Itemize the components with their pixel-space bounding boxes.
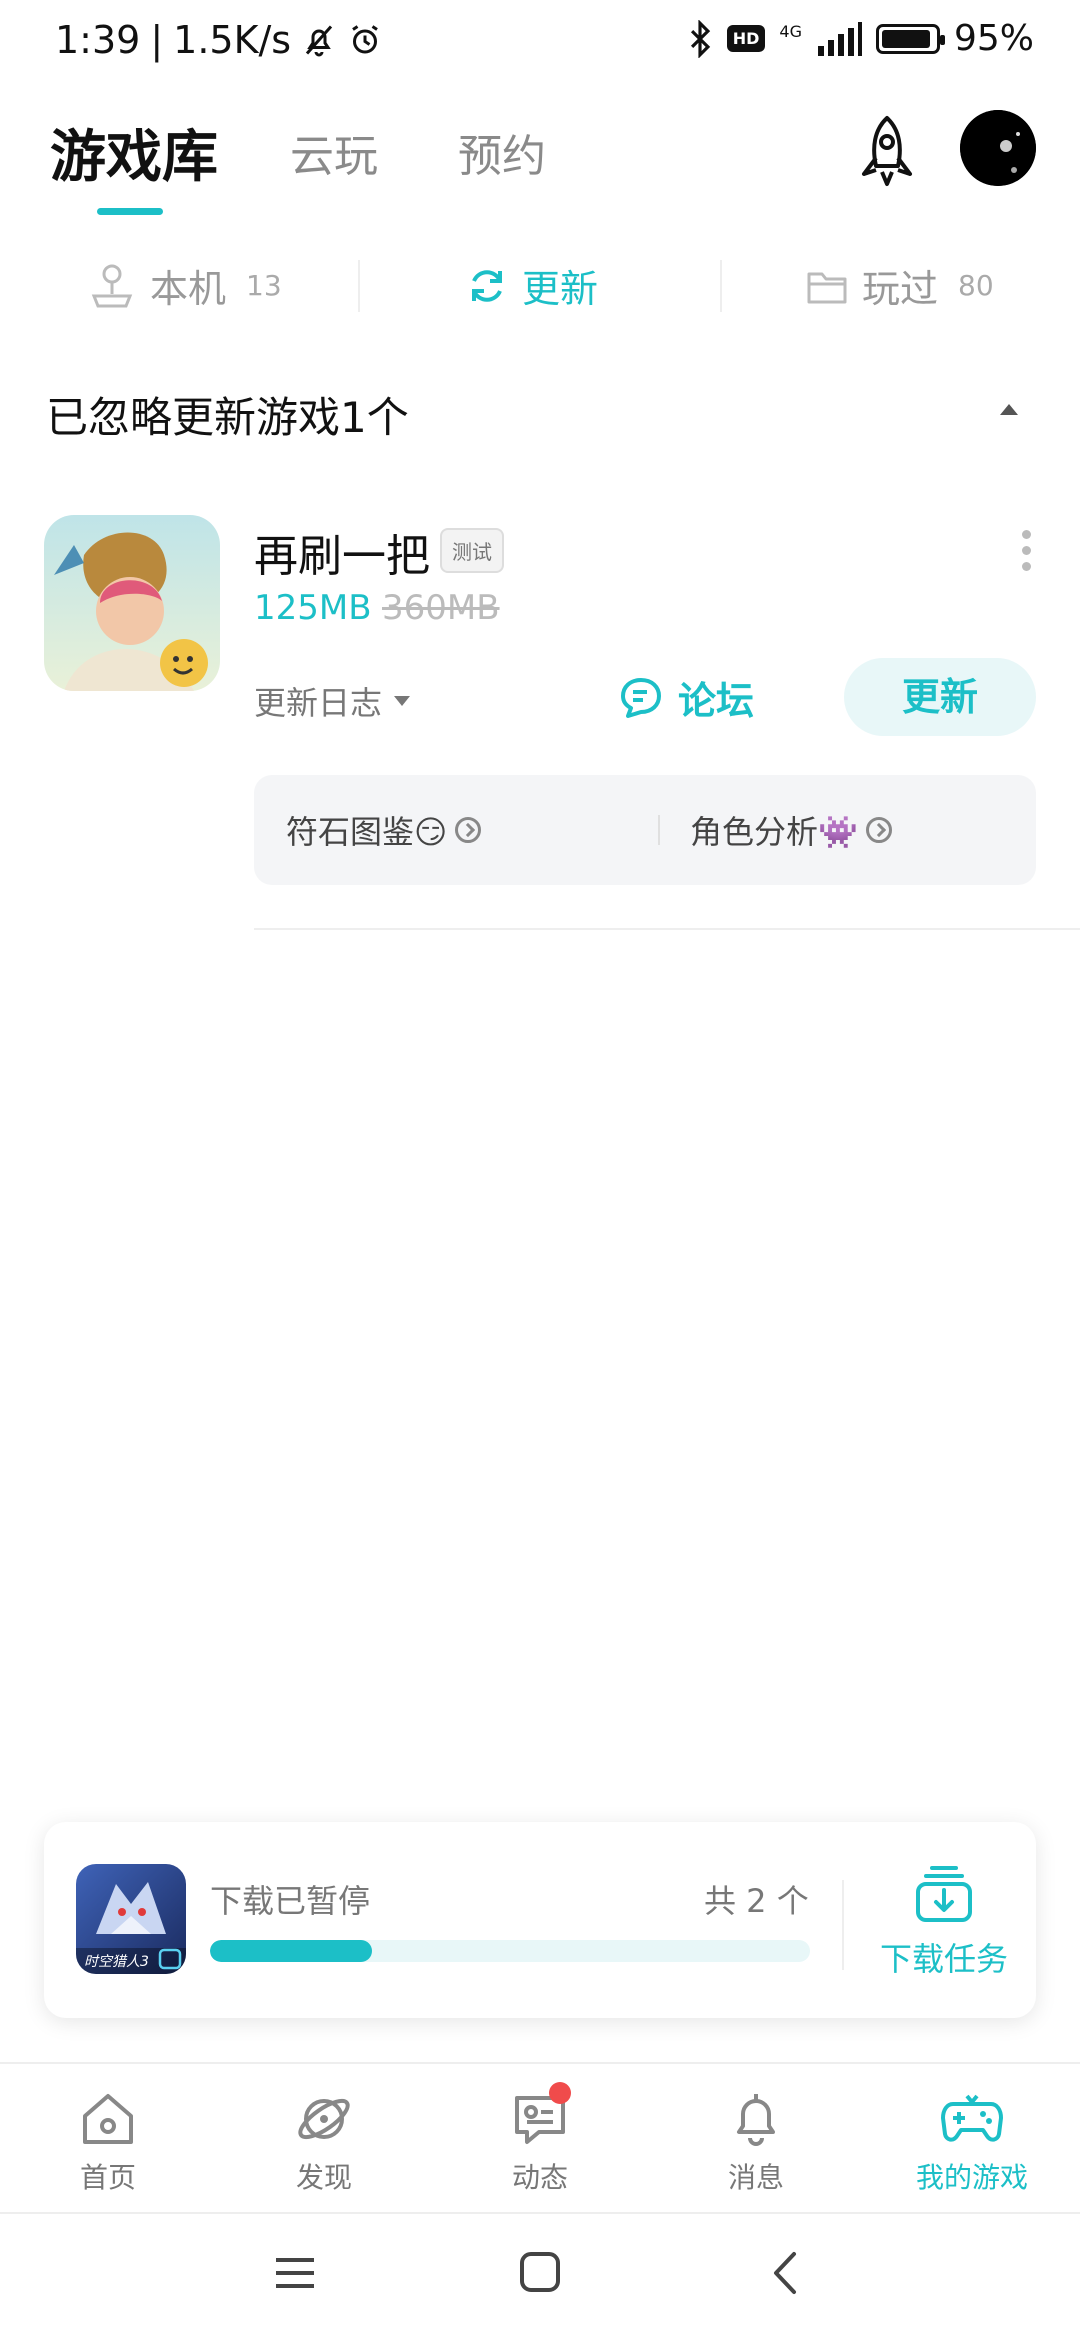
subtab-played-count: 80 bbox=[958, 269, 994, 302]
subtab-update-label: 更新 bbox=[522, 267, 599, 311]
bottom-navigation: 首页 发现 动态 消息 我的游戏 bbox=[0, 2062, 1080, 2212]
refresh-icon bbox=[472, 269, 502, 302]
test-badge: 测试 bbox=[440, 528, 504, 573]
forum-button[interactable]: 论坛 bbox=[618, 670, 754, 725]
changelog-toggle[interactable]: 更新日志 bbox=[254, 678, 411, 724]
nav-messages[interactable]: 消息 bbox=[676, 2088, 836, 2196]
chevron-right-icon bbox=[455, 817, 482, 843]
tab-reservation[interactable]: 预约 bbox=[458, 120, 546, 184]
caret-down-icon bbox=[394, 696, 411, 706]
nav-home-label: 首页 bbox=[79, 2161, 136, 2194]
tab-game-library[interactable]: 游戏库 bbox=[50, 112, 218, 193]
download-game-logo-text: 时空猎人3 bbox=[84, 1954, 149, 1970]
planet-icon bbox=[298, 2098, 350, 2140]
home-button-icon[interactable] bbox=[518, 2250, 562, 2294]
subtab-local-count: 13 bbox=[246, 269, 282, 302]
link-divider bbox=[658, 815, 660, 845]
status-time: 1:39 bbox=[55, 18, 141, 62]
menu-icon[interactable] bbox=[272, 2250, 318, 2296]
bell-off-icon bbox=[305, 25, 333, 57]
forum-label: 论坛 bbox=[678, 679, 755, 723]
subtab-divider bbox=[720, 260, 722, 312]
item-divider bbox=[254, 928, 1080, 930]
forum-icon bbox=[621, 677, 661, 718]
subtab-played[interactable]: 玩过 80 bbox=[806, 258, 994, 313]
more-options-icon[interactable] bbox=[1018, 530, 1034, 578]
nav-feed[interactable]: 动态 bbox=[460, 2088, 620, 2196]
tab-cloud-play[interactable]: 云玩 bbox=[290, 120, 378, 184]
avatar[interactable] bbox=[960, 110, 1036, 186]
active-tab-indicator bbox=[97, 208, 163, 215]
gamepad-icon bbox=[941, 2094, 1003, 2142]
download-tasks-button[interactable]: 下载任务 bbox=[874, 1862, 1014, 1980]
download-tasks-label: 下载任务 bbox=[879, 1940, 1008, 1978]
download-count: 共 2 个 bbox=[704, 1882, 809, 1920]
bell-icon bbox=[737, 2094, 775, 2146]
subtab-update[interactable]: 更新 bbox=[466, 258, 598, 313]
download-status: 下载已暂停 bbox=[210, 1882, 371, 1920]
download-card[interactable]: 时空猎人3 下载已暂停 共 2 个 下载任务 bbox=[44, 1822, 1036, 2018]
joystick-icon bbox=[91, 264, 133, 307]
changelog-label: 更新日志 bbox=[254, 684, 383, 722]
link-rune-guide[interactable]: 符石图鉴😏 bbox=[286, 807, 482, 853]
back-icon[interactable] bbox=[766, 2250, 806, 2296]
link-character-analysis-label: 角色分析👾 bbox=[690, 813, 858, 851]
status-right: HD 4G 95% bbox=[687, 18, 1034, 59]
rocket-icon[interactable] bbox=[852, 112, 922, 192]
network-label: 4G bbox=[779, 22, 802, 41]
ignored-updates-title: 已忽略更新游戏1个 bbox=[46, 393, 409, 442]
subtab-divider bbox=[358, 260, 360, 312]
folder-icon bbox=[807, 272, 847, 303]
signal-icon bbox=[817, 21, 862, 56]
link-character-analysis[interactable]: 角色分析👾 bbox=[690, 807, 892, 853]
chevron-right-icon bbox=[865, 817, 892, 843]
download-progress bbox=[210, 1940, 810, 1962]
avatar-image bbox=[960, 110, 1036, 186]
bluetooth-icon bbox=[690, 19, 710, 58]
game-icon-artwork bbox=[44, 515, 220, 691]
full-size: 360MB bbox=[382, 588, 500, 628]
download-divider bbox=[842, 1880, 844, 1970]
subtab-local-label: 本机 bbox=[150, 267, 227, 311]
status-speed: 1.5K/s bbox=[173, 18, 292, 62]
battery-level: 95% bbox=[953, 18, 1034, 59]
system-navigation-bar bbox=[0, 2212, 1080, 2340]
update-button[interactable]: 更新 bbox=[844, 658, 1036, 736]
alarm-icon bbox=[352, 25, 378, 54]
status-left: 1:39 | 1.5K/s bbox=[55, 18, 383, 62]
nav-feed-label: 动态 bbox=[511, 2161, 568, 2194]
status-bar: 1:39 | 1.5K/s HD 4G 95% bbox=[0, 0, 1080, 90]
download-tray-icon bbox=[916, 1866, 972, 1922]
header: 游戏库 云玩 预约 bbox=[0, 100, 1080, 220]
game-icon[interactable] bbox=[44, 515, 220, 691]
status-separator: | bbox=[150, 18, 164, 62]
link-rune-guide-label: 符石图鉴😏 bbox=[286, 813, 448, 851]
download-game-icon: 时空猎人3 bbox=[76, 1864, 186, 1974]
battery-icon bbox=[875, 23, 945, 54]
subtab-local[interactable]: 本机 13 bbox=[88, 258, 282, 313]
home-icon bbox=[83, 2094, 133, 2144]
download-game-artwork: 时空猎人3 bbox=[76, 1864, 186, 1974]
nav-my-games-label: 我的游戏 bbox=[915, 2161, 1028, 2194]
nav-messages-label: 消息 bbox=[727, 2161, 784, 2194]
subtab-played-label: 玩过 bbox=[862, 267, 939, 311]
download-progress-fill bbox=[210, 1940, 372, 1962]
update-size: 125MB bbox=[254, 588, 372, 628]
hd-badge: HD bbox=[726, 25, 766, 52]
nav-my-games[interactable]: 我的游戏 bbox=[892, 2088, 1052, 2196]
nav-discover[interactable]: 发现 bbox=[244, 2088, 404, 2196]
game-links-box: 符石图鉴😏 角色分析👾 bbox=[254, 775, 1036, 885]
nav-home[interactable]: 首页 bbox=[28, 2088, 188, 2196]
nav-discover-label: 发现 bbox=[295, 2161, 352, 2194]
game-name[interactable]: 再刷一把 bbox=[254, 520, 430, 584]
notification-dot bbox=[549, 2082, 571, 2104]
collapse-arrow-icon[interactable] bbox=[1000, 404, 1018, 415]
sub-tabs: 本机 13 更新 玩过 80 bbox=[0, 250, 1080, 320]
